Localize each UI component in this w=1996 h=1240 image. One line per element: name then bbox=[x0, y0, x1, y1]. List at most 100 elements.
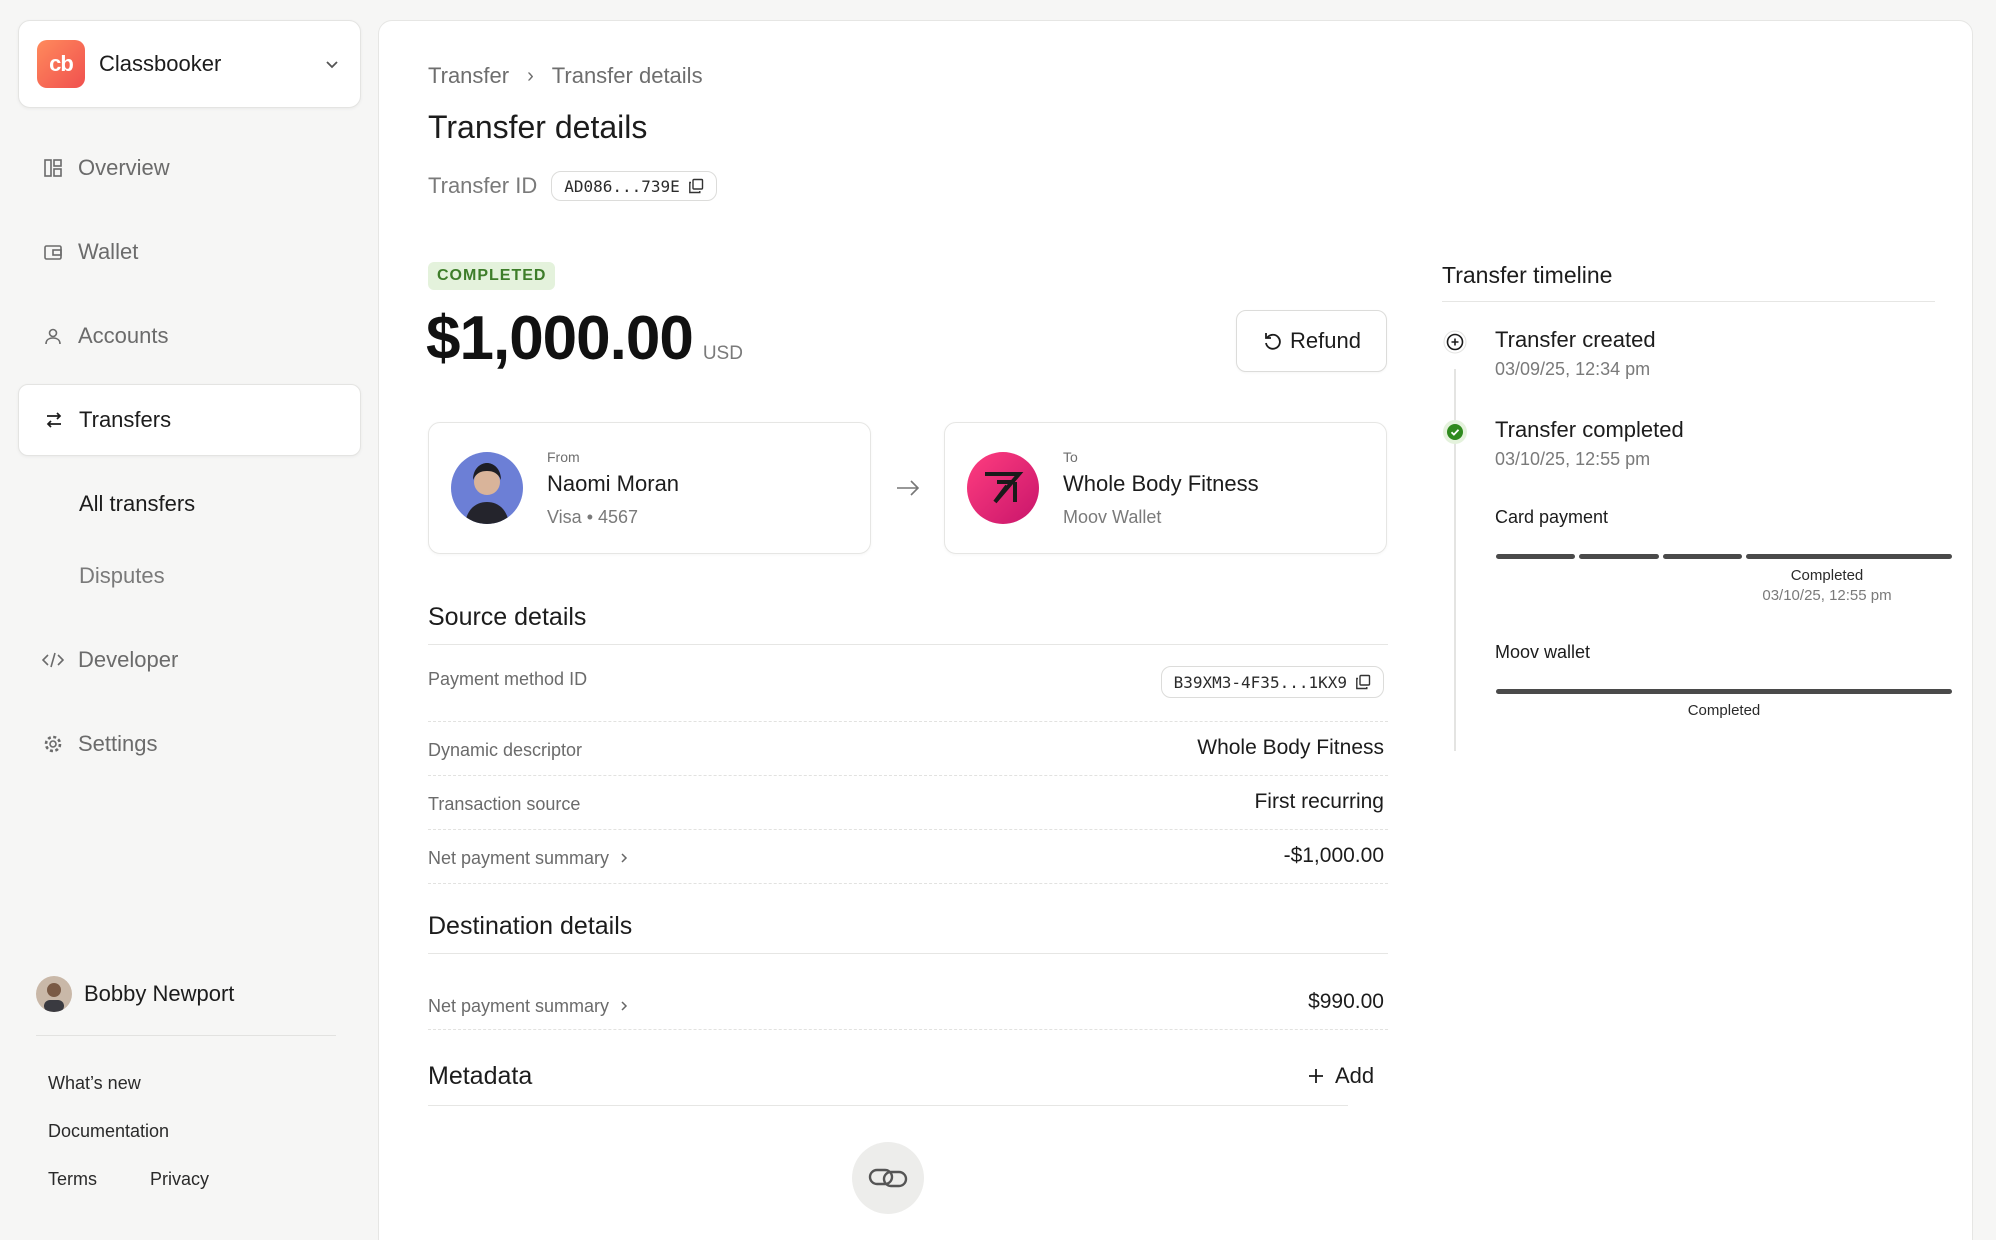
transfers-icon bbox=[43, 409, 65, 431]
from-role: From bbox=[547, 448, 580, 465]
divider bbox=[428, 644, 1388, 645]
from-sub: Visa • 4567 bbox=[547, 506, 639, 527]
sub-item-disputes[interactable]: Disputes bbox=[79, 563, 165, 589]
from-card[interactable]: From Naomi Moran Visa • 4567 bbox=[428, 422, 871, 554]
amount-row: $1,000.00 USD bbox=[426, 303, 743, 374]
nav-item-transfers[interactable]: Transfers bbox=[18, 384, 361, 456]
sub-item-all-transfers[interactable]: All transfers bbox=[79, 491, 195, 517]
timeline-event-name: Transfer created bbox=[1495, 327, 1656, 352]
nav-label: Settings bbox=[78, 731, 158, 756]
amount-currency: USD bbox=[702, 343, 743, 364]
timeline-event-date: 03/10/25, 12:55 pm bbox=[1495, 449, 1651, 469]
main-panel: Transfer › Transfer details Transfer det… bbox=[378, 20, 1973, 1240]
divider bbox=[36, 1035, 336, 1036]
nav-label: Overview bbox=[78, 155, 170, 180]
net-payment-summary-row[interactable]: Net payment summary bbox=[428, 831, 629, 885]
breadcrumb-parent[interactable]: Transfer bbox=[428, 63, 509, 89]
whats-new-link[interactable]: What’s new bbox=[48, 1073, 141, 1094]
payment-method-id-label: Payment method ID bbox=[428, 669, 588, 689]
wallet-icon bbox=[42, 241, 64, 263]
from-name: Naomi Moran bbox=[547, 470, 680, 496]
refund-icon bbox=[1265, 333, 1281, 350]
amount-value: $1,000.00 bbox=[426, 304, 694, 373]
user-name: Bobby Newport bbox=[84, 981, 235, 1006]
org-logo: cb bbox=[37, 40, 85, 88]
breadcrumb-separator: › bbox=[527, 64, 534, 87]
nav-label: Developer bbox=[78, 647, 179, 672]
refund-button[interactable]: Refund bbox=[1236, 310, 1387, 372]
card-payment-date: 03/10/25, 12:55 pm bbox=[1762, 587, 1892, 604]
breadcrumb: Transfer › Transfer details bbox=[428, 63, 703, 89]
nav-item-overview[interactable]: Overview bbox=[18, 132, 361, 204]
destination-details-title: Destination details bbox=[428, 912, 633, 940]
add-label: Add bbox=[1335, 1063, 1375, 1088]
timeline-event-name: Transfer completed bbox=[1495, 417, 1684, 442]
sidebar: cb Classbooker Overview Wallet Accounts … bbox=[0, 0, 378, 1240]
nav-label: Accounts bbox=[78, 323, 169, 348]
transfer-id-value: AD086...739E bbox=[564, 176, 680, 196]
payment-method-id-value: B39XM3-4F35...1KX9 bbox=[1173, 672, 1347, 692]
nav-item-accounts[interactable]: Accounts bbox=[18, 300, 361, 372]
payment-method-id-pill[interactable]: B39XM3-4F35...1KX9 bbox=[1160, 666, 1384, 698]
destination-net-payment-label: Net payment summary bbox=[428, 995, 610, 1016]
settings-icon bbox=[42, 733, 64, 755]
moov-wallet-label: Moov wallet bbox=[1495, 642, 1591, 662]
destination-net-payment-row[interactable]: Net payment summary bbox=[428, 979, 629, 1033]
org-switcher[interactable]: cb Classbooker bbox=[18, 20, 361, 108]
overview-icon bbox=[42, 157, 64, 179]
timeline-title: Transfer timeline bbox=[1442, 262, 1613, 288]
plus-icon bbox=[1309, 1069, 1323, 1083]
divider bbox=[428, 775, 1388, 776]
refund-label: Refund bbox=[1290, 328, 1361, 353]
card-payment-label: Card payment bbox=[1495, 507, 1609, 527]
page-title: Transfer details bbox=[428, 109, 648, 145]
terms-link[interactable]: Terms bbox=[48, 1169, 97, 1190]
chevron-right-icon bbox=[621, 853, 628, 863]
nav-item-wallet[interactable]: Wallet bbox=[18, 216, 361, 288]
avatar bbox=[36, 976, 72, 1012]
nav-label: Wallet bbox=[78, 239, 139, 264]
nav-item-settings[interactable]: Settings bbox=[18, 708, 361, 780]
moov-wallet-status: Completed bbox=[1687, 702, 1761, 719]
progress-segment bbox=[1745, 554, 1952, 559]
plus-circle-icon bbox=[1443, 330, 1467, 354]
transfer-id-label: Transfer ID bbox=[428, 173, 538, 198]
nav-item-developer[interactable]: Developer bbox=[18, 624, 361, 696]
developer-icon bbox=[42, 649, 64, 671]
divider bbox=[428, 829, 1388, 830]
progress-segment bbox=[1579, 554, 1659, 559]
dynamic-descriptor-value: Whole Body Fitness bbox=[1197, 736, 1384, 759]
check-circle-icon bbox=[1443, 420, 1467, 444]
copy-icon[interactable] bbox=[688, 178, 704, 194]
card-payment-progress bbox=[1496, 554, 1952, 559]
copy-icon[interactable] bbox=[1355, 674, 1371, 690]
transfer-id-pill[interactable]: AD086...739E bbox=[551, 171, 717, 201]
net-payment-summary-value: -$1,000.00 bbox=[1283, 844, 1384, 867]
to-sub: Moov Wallet bbox=[1063, 506, 1162, 527]
to-name: Whole Body Fitness bbox=[1063, 470, 1259, 496]
dynamic-descriptor-label: Dynamic descriptor bbox=[428, 739, 583, 760]
transfer-id-row: Transfer ID AD086...739E bbox=[428, 171, 717, 201]
chevron-down-icon bbox=[326, 61, 338, 69]
to-card[interactable]: To Whole Body Fitness Moov Wallet bbox=[944, 422, 1387, 554]
merchant-logo bbox=[967, 452, 1039, 524]
divider bbox=[428, 1105, 1348, 1106]
divider bbox=[428, 953, 1388, 954]
transaction-source-value: First recurring bbox=[1254, 790, 1384, 813]
link-icon bbox=[868, 1168, 908, 1188]
arrow-right-icon bbox=[897, 480, 920, 496]
org-name: Classbooker bbox=[99, 51, 222, 76]
divider bbox=[428, 1029, 1388, 1030]
timeline-event-date: 03/09/25, 12:34 pm bbox=[1495, 359, 1651, 379]
status-badge: COMPLETED bbox=[428, 262, 556, 290]
documentation-link[interactable]: Documentation bbox=[48, 1121, 169, 1142]
current-user[interactable]: Bobby Newport bbox=[36, 976, 234, 1012]
source-details-title: Source details bbox=[428, 603, 587, 631]
card-payment-status: Completed bbox=[1790, 567, 1864, 584]
nav-label: Transfers bbox=[79, 407, 172, 432]
privacy-link[interactable]: Privacy bbox=[150, 1169, 209, 1190]
destination-net-payment-value: $990.00 bbox=[1308, 990, 1384, 1013]
progress-segment bbox=[1496, 554, 1576, 559]
divider bbox=[1442, 301, 1935, 302]
add-metadata-button[interactable]: Add bbox=[1307, 1063, 1374, 1089]
